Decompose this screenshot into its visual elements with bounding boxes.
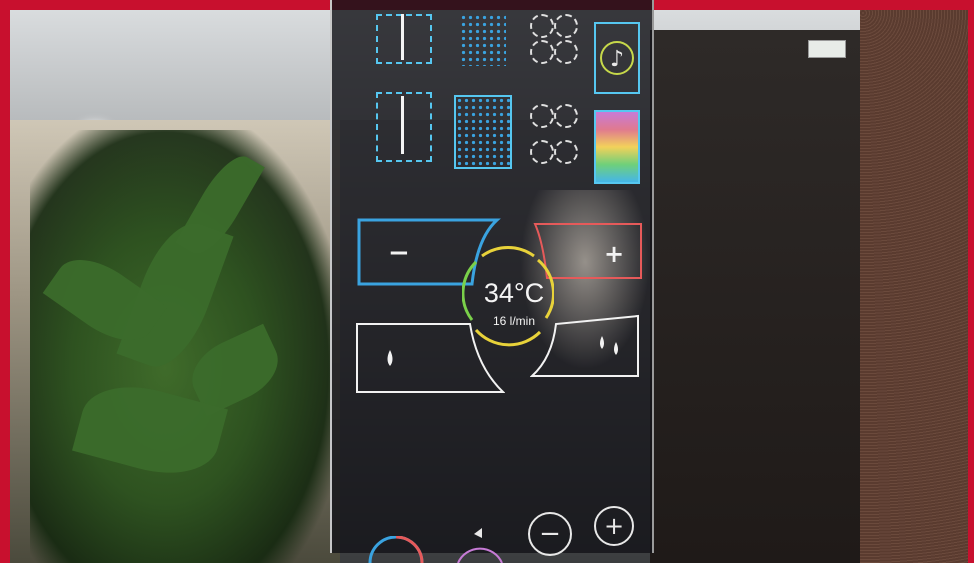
single-jet-icon[interactable]	[376, 92, 432, 162]
side-jets-icon[interactable]	[530, 104, 578, 180]
textured-wall	[860, 10, 968, 563]
light-color-icon[interactable]	[594, 110, 640, 184]
flow-readout: 16 l/min	[492, 314, 536, 328]
cycle-icon[interactable]	[452, 522, 508, 563]
rain-shower-icon[interactable]	[454, 95, 512, 169]
side-jets-icon[interactable]	[530, 14, 578, 80]
rain-shower-icon[interactable]	[460, 14, 506, 66]
single-jet-icon[interactable]	[376, 14, 432, 64]
svg-text:♪: ♪	[610, 47, 624, 72]
start-stop-icon[interactable]	[366, 536, 426, 563]
minus-sign: −	[388, 238, 410, 268]
dark-wall	[650, 30, 870, 563]
jet-line	[401, 96, 404, 154]
exit-sign	[808, 40, 846, 58]
volume-down-button[interactable]: −	[528, 512, 572, 556]
jet-line	[401, 14, 404, 60]
temperature-readout: 34°C	[483, 278, 545, 308]
music-icon[interactable]: ♪	[594, 22, 640, 94]
plus-sign: +	[604, 240, 625, 268]
volume-up-button[interactable]: +	[594, 506, 634, 546]
